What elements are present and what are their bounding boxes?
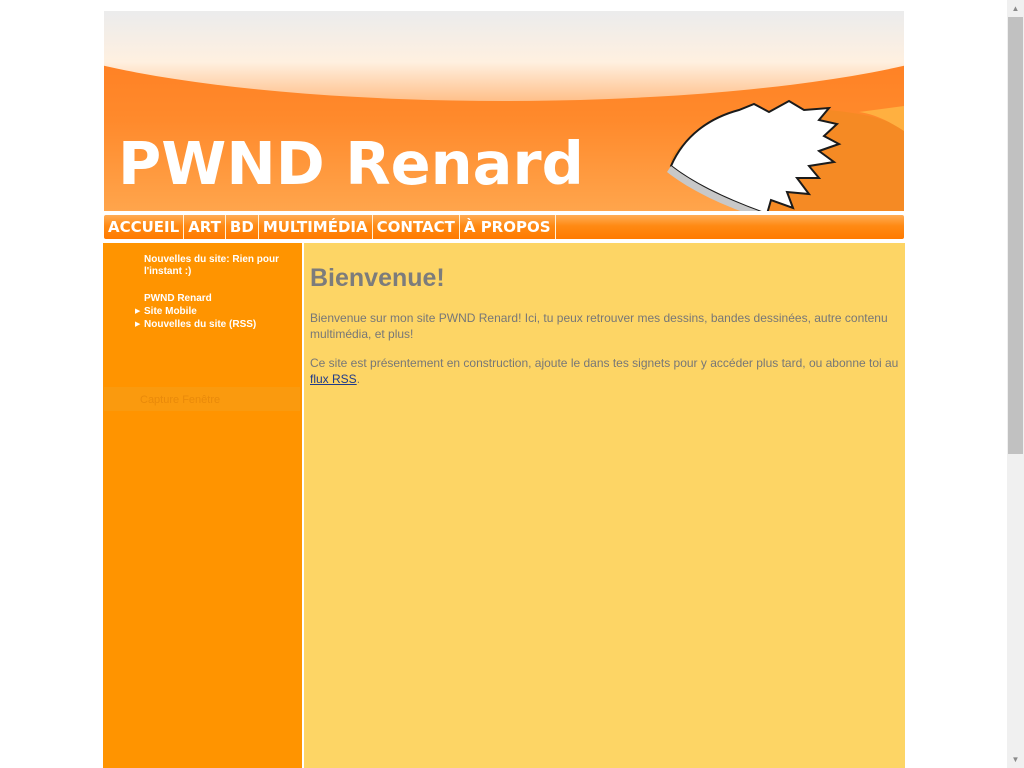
sidebar-links-heading: PWND Renard bbox=[144, 293, 212, 304]
nav-item-a-propos[interactable]: À PROPOS bbox=[460, 215, 556, 239]
header-banner: PWND Renard bbox=[104, 11, 904, 211]
scrollbar-thumb[interactable] bbox=[1008, 17, 1023, 454]
construction-paragraph: Ce site est présentement en construction… bbox=[310, 356, 899, 386]
header-swoosh bbox=[104, 11, 904, 101]
main-nav: ACCUEIL ART BD MULTIMÉDIA CONTACT À PROP… bbox=[104, 215, 904, 239]
arrow-up-icon[interactable]: ▲ bbox=[1007, 0, 1024, 17]
sidebar: Nouvelles du site: Rien pour l'instant :… bbox=[103, 243, 302, 768]
sidebar-news: Nouvelles du site: Rien pour l'instant :… bbox=[144, 254, 280, 277]
nav-item-bd[interactable]: BD bbox=[226, 215, 259, 239]
sidebar-link-site-mobile[interactable]: ▶ Site Mobile bbox=[135, 305, 300, 318]
nav-item-art[interactable]: ART bbox=[184, 215, 226, 239]
rss-link[interactable]: flux RSS bbox=[310, 372, 357, 386]
nav-item-accueil[interactable]: ACCUEIL bbox=[104, 215, 185, 239]
arrow-right-icon: ▶ bbox=[135, 321, 141, 328]
nav-item-contact[interactable]: CONTACT bbox=[373, 215, 460, 239]
fox-tail-icon bbox=[667, 99, 904, 211]
main-content: Bienvenue! Bienvenue sur mon site PWND R… bbox=[304, 243, 905, 768]
page: PWND Renard ACCUEIL ART BD MULTIMÉDIA CO… bbox=[103, 11, 905, 768]
page-heading: Bienvenue! bbox=[310, 264, 445, 292]
nav-item-multimedia[interactable]: MULTIMÉDIA bbox=[259, 215, 373, 239]
sidebar-link-rss[interactable]: ▶ Nouvelles du site (RSS) bbox=[135, 318, 300, 331]
site-title: PWND Renard bbox=[118, 129, 584, 198]
arrow-down-icon[interactable]: ▼ bbox=[1007, 751, 1024, 768]
capture-window-label: Capture Fenêtre bbox=[104, 387, 300, 411]
vertical-scrollbar[interactable]: ▲ ▼ bbox=[1007, 0, 1024, 768]
arrow-right-icon: ▶ bbox=[135, 308, 141, 315]
welcome-paragraph: Bienvenue sur mon site PWND Renard! Ici,… bbox=[310, 311, 888, 341]
sidebar-links: PWND Renard ▶ Site Mobile ▶ Nouvelles du… bbox=[135, 292, 300, 331]
nav-filler bbox=[556, 215, 904, 239]
